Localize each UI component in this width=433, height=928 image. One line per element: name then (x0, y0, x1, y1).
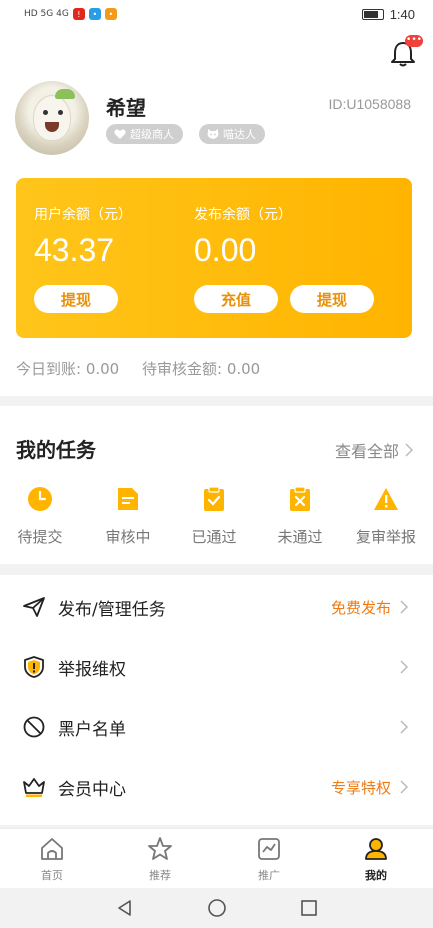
menu-item-member-center[interactable]: 会员中心 专享特权 (0, 757, 433, 817)
notification-badge: ••• (405, 35, 423, 47)
app-notification-icon: • (104, 8, 117, 20)
pending-review-amount: 待审核金额: 0.00 (142, 360, 261, 378)
tag-label: 喵达人 (223, 128, 256, 141)
tag-super-merchant: 超级商人 (106, 124, 183, 144)
see-all-label: 查看全部 (334, 442, 399, 461)
recent-apps-icon[interactable] (299, 898, 319, 918)
my-tasks-section: 我的任务 查看全部 待提交 审核中 已通过 未通过 复审举报 (0, 406, 433, 564)
see-all-link[interactable]: 查看全部 (335, 438, 413, 462)
chevron-right-icon (400, 720, 409, 734)
clipboard-x-icon (290, 486, 310, 511)
task-label: 审核中 (105, 528, 151, 546)
recharge-button[interactable]: 充值 (194, 285, 278, 313)
status-bar: HD 5G 4G ! • • 1:40 (0, 0, 433, 28)
star-icon (148, 837, 172, 860)
send-icon (23, 597, 45, 617)
task-pending-submit[interactable]: 待提交 (0, 486, 80, 547)
menu-extra: 专享特权 (330, 778, 391, 797)
tag-label: 超级商人 (130, 128, 174, 141)
home-nav-icon[interactable] (207, 898, 227, 918)
system-nav-bar (0, 888, 433, 928)
chevron-right-icon (400, 660, 409, 674)
menu-label: 举报维权 (58, 659, 126, 680)
heart-icon (114, 129, 126, 139)
tasks-title: 我的任务 (16, 438, 96, 462)
ban-icon (23, 716, 45, 738)
today-received: 今日到账: 0.00 (16, 360, 120, 378)
tab-recommend[interactable]: 推荐 (120, 835, 200, 883)
tag-cat-expert: 喵达人 (199, 124, 265, 144)
status-indicators: HD 5G 4G ! • • (24, 8, 117, 20)
withdraw-button[interactable]: 提现 (34, 285, 118, 313)
menu-list: 发布/管理任务 免费发布 举报维权 黑户名单 会员中心 专享特权 (0, 575, 433, 825)
task-under-review[interactable]: 审核中 (88, 486, 168, 547)
tab-promote[interactable]: 推广 (229, 835, 309, 883)
document-icon (118, 488, 138, 510)
menu-label: 黑户名单 (58, 719, 126, 740)
chevron-right-icon (400, 780, 409, 794)
publish-balance-value: 0.00 (194, 232, 257, 268)
tab-label: 我的 (365, 869, 387, 882)
status-time: 1:40 (389, 6, 415, 22)
chart-icon (258, 838, 280, 860)
back-icon[interactable] (115, 898, 135, 918)
crown-icon (23, 778, 45, 797)
menu-item-publish-manage[interactable]: 发布/管理任务 免费发布 (0, 577, 433, 637)
menu-label: 会员中心 (58, 779, 126, 800)
tab-home[interactable]: 首页 (12, 835, 92, 883)
bottom-tab-bar: 首页 推荐 推广 我的 (0, 828, 433, 888)
home-icon (41, 838, 63, 860)
chevron-right-icon (405, 443, 413, 457)
publish-balance-label: 发布余额（元） (194, 207, 292, 223)
network-text: HD 5G 4G (24, 9, 69, 19)
task-label: 待提交 (17, 528, 63, 546)
task-rejected[interactable]: 未通过 (260, 486, 340, 547)
battery-icon (361, 8, 384, 20)
shield-alert-icon (24, 656, 44, 678)
tab-label: 首页 (41, 869, 63, 882)
avatar[interactable] (15, 81, 89, 155)
user-balance-label: 用户余额（元） (34, 207, 132, 223)
app-notification-icon: ! (72, 8, 85, 20)
withdraw-publish-button[interactable]: 提现 (290, 285, 374, 313)
user-balance-value: 43.37 (34, 232, 115, 268)
tab-mine[interactable]: 我的 (336, 835, 416, 883)
task-label: 复审举报 (355, 528, 416, 546)
tab-label: 推广 (258, 869, 280, 882)
menu-extra: 免费发布 (330, 598, 391, 617)
clock-icon (28, 487, 52, 511)
chevron-right-icon (400, 600, 409, 614)
wallet-card: 用户余额（元） 43.37 发布余额（元） 0.00 提现 充值 提现 (16, 178, 412, 338)
menu-item-report-rights[interactable]: 举报维权 (0, 637, 433, 697)
user-id: ID:U1058088 (328, 96, 411, 112)
username: 希望 (106, 96, 146, 120)
profile-icon (365, 838, 387, 860)
tab-label: 推荐 (149, 869, 171, 882)
warning-icon (374, 488, 398, 510)
task-label: 已通过 (191, 528, 237, 546)
menu-item-blacklist[interactable]: 黑户名单 (0, 697, 433, 757)
profile-section: ••• 希望 ID:U1058088 超级商人 喵达人 用户余额（元） 43.3… (0, 28, 433, 396)
task-re-review-report[interactable]: 复审举报 (346, 486, 426, 547)
task-approved[interactable]: 已通过 (174, 486, 254, 547)
app-notification-icon: • (88, 8, 101, 20)
menu-label: 发布/管理任务 (58, 599, 166, 620)
clipboard-check-icon (204, 486, 224, 511)
task-label: 未通过 (277, 528, 323, 546)
cat-icon (207, 128, 219, 139)
